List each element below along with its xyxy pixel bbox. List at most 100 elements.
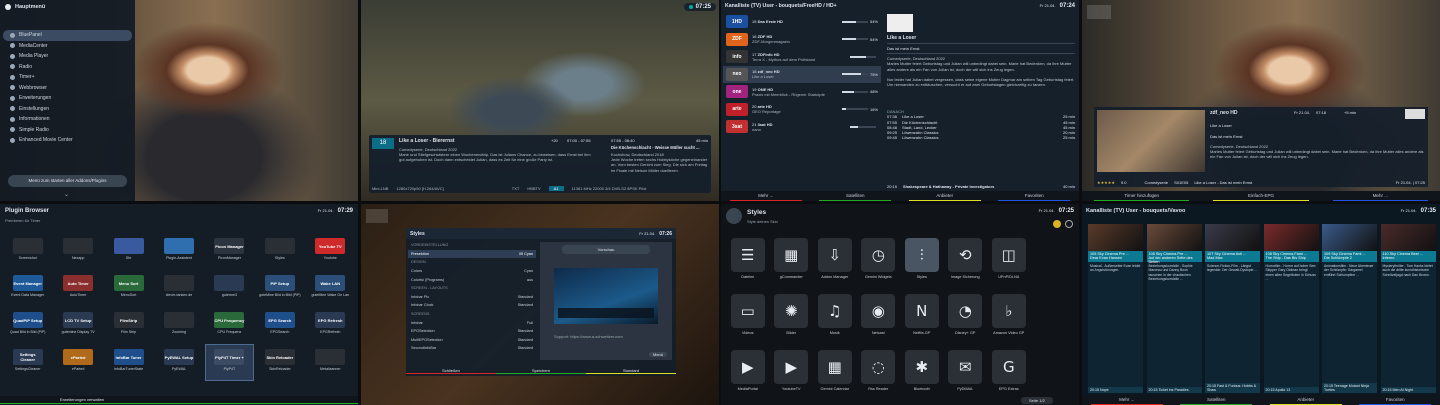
settings-row[interactable]: Colorful (Programs) aus [408,275,536,284]
blue-button[interactable]: Favoriten [1351,395,1440,405]
blue-button[interactable]: Mehr ... [1321,191,1440,201]
default-button[interactable]: Standard [586,368,676,375]
style-app-item[interactable]: ▶ MediaPortal [727,350,769,404]
epg-column[interactable]: 106 Sky Cinema Pre ... Auf der anderen Se… [1146,224,1202,393]
menu-item[interactable]: Erweiterungen [3,93,132,104]
plugin-item[interactable]: clever-tanken.de [155,271,202,306]
plugin-item[interactable]: Settings Cleaner SettingsCleaner [4,345,51,380]
plugin-item[interactable]: EPG Refresh EPGRefresh [307,308,354,343]
style-app-item[interactable]: ◷ Gemini Widgets [858,238,900,292]
settings-row[interactable]: MultiEPGSelection Standard [408,336,536,345]
style-app-item[interactable]: ⇩ Addon Manager [814,238,856,292]
settings-row[interactable]: SecondInfoBar Standard [408,344,536,353]
menu-item[interactable]: MediaCenter [3,41,132,52]
channel-row[interactable]: 1HD 15 Das Erste HD 54% [723,13,881,31]
plugin-item[interactable]: Skin Reloader SkinReloader [256,345,303,380]
red-button[interactable]: Mehr ... [721,191,811,201]
epg-column[interactable]: 109 Sky Cinema Fami ... Die Schlümpfe 2 An… [1322,224,1377,393]
event-view-box: zdf_neo HD Fr 21.04. 07:18 +5 min Like a… [1094,107,1428,187]
blue-button[interactable]: Favoriten [990,191,1080,201]
epg-column[interactable]: 108 Sky Cinema Fami ... The Ship - Das Bi… [1263,224,1319,393]
plugin-item[interactable]: Plugin-Assistent [155,234,202,269]
yellow-button[interactable]: Einfach-EPG [1201,191,1320,201]
epg-column[interactable]: 107 Sky Cinema Acti ... Mad Max Science-Fi… [1205,224,1260,393]
plugin-item[interactable]: EPG Search EPGSearch [256,308,303,343]
plugin-item[interactable]: PiP Setup guteMine Bild in Bild (PiP) [256,271,303,306]
style-app-item[interactable]: ◔ Disney+ GP [945,294,987,348]
style-app-item[interactable]: ♫ Musik [814,294,856,348]
style-app-item[interactable]: ✺ Bilder [771,294,813,348]
style-app-item[interactable]: ▦ gCommander [771,238,813,292]
plugin-item[interactable]: Screenshot [4,234,51,269]
red-button[interactable]: Mehr ... [1082,395,1172,405]
close-button[interactable]: Schließen [406,368,496,375]
plugin-item[interactable]: Menu Sort MenuSort [105,271,152,306]
style-app-item[interactable]: ✱ Bluetooth [901,350,943,404]
menu-item[interactable]: Timer+ [3,72,132,83]
menu-item[interactable]: BluePanel [3,30,132,41]
plugin-item[interactable]: InfoBar Tuner InfoBarTunerState [105,345,152,380]
settings-row[interactable]: EPGSelection Standard [408,327,536,336]
style-app-item[interactable]: G EPG Extras [988,350,1030,404]
style-app-item[interactable]: ▦ Gemini Calendar [814,350,856,404]
channel-row[interactable]: one 19 ONE HD Praxis mit Meerblick - Rügen… [723,83,881,101]
style-app-item[interactable]: ☰ Dateien [727,238,769,292]
addons-button[interactable]: Menü zum starten aller Addons/Plugins [8,175,127,187]
plugin-item[interactable]: Zooming [155,308,202,343]
style-app-item[interactable]: ✉ PyDMAIL [945,350,987,404]
style-app-item[interactable]: ◌ Rss Reader [858,350,900,404]
settings-row[interactable]: Colors Cyan [408,267,536,276]
plugin-item[interactable]: Wake LAN guteMine Wake On Lan [307,271,354,306]
style-app-item[interactable]: N Netflix-GP [901,294,943,348]
plugin-item[interactable]: PyEWAL Setup PyEWAL [155,345,202,380]
menu-item[interactable]: Webbrowser [3,83,132,94]
menu-item[interactable]: Einstellungen [3,104,132,115]
plugin-item[interactable]: Metalizanner [307,345,354,380]
style-app-item[interactable]: ⟲ Image Sicherung [945,238,987,292]
style-app-item[interactable]: ♭ Amazon Video GP [988,294,1030,348]
style-app-item[interactable]: ▶ YoutubeTV [771,350,813,404]
channel-row[interactable]: ZDF 16 ZDF HD ZDF-Morgenmagazin 54% [723,31,881,49]
menu-item[interactable]: Enhanced Movie Center [3,135,132,146]
settings-row[interactable]: Presektion 05 Cyan [408,249,536,259]
menu-item[interactable]: Simple Radio [3,125,132,136]
plugin-item[interactable]: Shr [105,234,152,269]
plugin-item[interactable]: eParted eParted [54,345,101,380]
plugin-item[interactable]: guterme3 [206,271,253,306]
save-button[interactable]: Speichern [496,368,586,375]
epg-column[interactable]: 105 Sky Cinema Pre ... Dear Evan Hansen Mu… [1088,224,1143,393]
menu-item[interactable]: Media Player [3,51,132,62]
yellow-button[interactable]: Anbieter [900,191,990,201]
style-app-item[interactable]: ▭ Videos [727,294,769,348]
green-button[interactable]: Satelliten [811,191,901,201]
settings-row[interactable]: Infobar Pic Standard [408,293,536,302]
plugin-item[interactable]: YouTube TV Youtube [307,234,354,269]
manage-extensions-button[interactable]: Erweiterungen verwalten [0,396,358,404]
green-button[interactable]: Timer hinzufügen [1082,191,1201,201]
menu-item[interactable]: Informationen [3,114,132,125]
channel-row[interactable]: 3sat 21 3sat HD nano [723,118,881,136]
channel-row[interactable]: neo 18 zdf_neo HD Like a Loser 75% [723,65,881,83]
settings-row[interactable]: Infobar Full [408,318,536,327]
plugin-item[interactable]: FilmStrip Film Strip [105,308,152,343]
yellow-button[interactable]: Anbieter [1261,395,1351,405]
green-button[interactable]: Satelliten [1172,395,1262,405]
plugin-item[interactable]: Styles [256,234,303,269]
epg-column[interactable]: 110 Sky Cinema Best ... Inferno Mysterythr… [1380,224,1436,393]
plugin-item[interactable]: QuadPiP Setup Quad Bild in Bild (PiP) [4,308,51,343]
plugin-item[interactable]: Nexapp [54,234,101,269]
plugin-item[interactable]: CPU Frequency CPU Frequenz [206,308,253,343]
plugin-item[interactable]: Auto Timer AutoTimer [54,271,101,306]
style-app-item[interactable]: ◫ UPnP/DLNA [988,238,1030,292]
style-app-item[interactable]: ◉ Netcast [858,294,900,348]
style-app-item[interactable]: ⫶ Styles [901,238,943,292]
channel-row[interactable]: info 17 ZDFinfo HD Terra X - Mythos auf de… [723,48,881,66]
plugin-item[interactable]: Picon Manager PiconManager [206,234,253,269]
plugin-item[interactable]: PiyP4T Timer + PiyP4T [204,344,255,381]
plugin-item[interactable]: Event Manager Event Data Manager [4,271,51,306]
menu-button[interactable]: Menü [648,351,667,357]
plugin-item[interactable]: LCD TV Setup gutemine Display TV [54,308,101,343]
channel-row[interactable]: arte 20 arte HD GEO Reportage 16% [723,101,881,119]
settings-row[interactable]: Infobar Clock Standard [408,301,536,310]
menu-item[interactable]: Radio [3,62,132,73]
